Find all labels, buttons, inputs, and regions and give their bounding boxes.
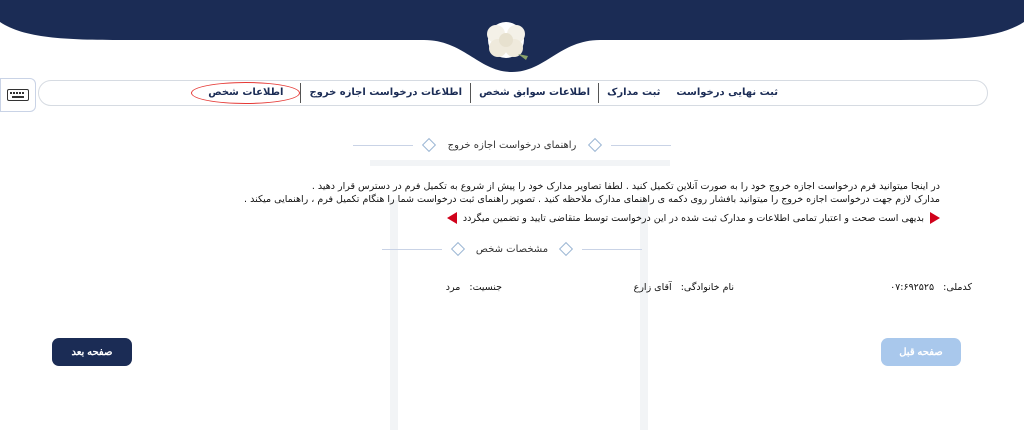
- tab-person-history[interactable]: اطلاعات سوابق شخص: [470, 83, 598, 103]
- gender-label: جنسیت:: [469, 282, 502, 293]
- tab-documents[interactable]: ثبت مدارک: [598, 83, 668, 103]
- diamond-icon: [450, 241, 465, 257]
- tab-exit-request-info[interactable]: اطلاعات درخواست اجازه خروج: [300, 83, 470, 103]
- previous-page-button[interactable]: صفحه قبل: [881, 338, 961, 366]
- guide-title: راهنمای درخواست اجازه خروج: [447, 140, 577, 151]
- guide-line-1: در اینجا میتوانید فرم درخواست اجازه خروج…: [311, 181, 940, 192]
- tab-person-info[interactable]: اطلاعات شخص: [191, 82, 301, 104]
- family-name-label: نام خانوادگی:: [680, 282, 734, 293]
- gender-value: مرد: [445, 282, 461, 293]
- arrow-right-icon: [930, 212, 940, 224]
- person-title: مشخصات شخص: [475, 244, 549, 255]
- diamond-icon: [587, 137, 602, 153]
- family-name-field: نام خانوادگی: آقای زارع: [634, 282, 734, 293]
- step-tabs: اطلاعات شخص اطلاعات درخواست اجازه خروج ا…: [191, 82, 786, 104]
- national-code-field: کدملی: ۰۷:۶۹۲۵۲۵: [890, 282, 972, 293]
- gender-field: جنسیت: مرد: [446, 282, 502, 293]
- national-code-label: کدملی:: [943, 282, 972, 293]
- guide-section-header: راهنمای درخواست اجازه خروج: [0, 137, 1024, 153]
- guide-text: در اینجا میتوانید فرم درخواست اجازه خروج…: [100, 180, 940, 206]
- warning-text: بدیهی است صحت و اعتبار تمامی اطلاعات و م…: [462, 212, 924, 224]
- diamond-icon: [422, 137, 437, 153]
- divider: [610, 144, 671, 146]
- divider: [381, 248, 442, 250]
- arrow-left-icon: [446, 212, 457, 224]
- keyboard-icon: [7, 89, 29, 101]
- next-page-button[interactable]: صفحه بعد: [52, 338, 132, 366]
- divider: [582, 248, 643, 250]
- flower-logo-icon: [487, 22, 528, 60]
- background-watermark: [330, 120, 710, 440]
- keyboard-toggle-button[interactable]: [0, 78, 36, 112]
- diamond-icon: [559, 241, 574, 257]
- national-code-value: ۰۷:۶۹۲۵۲۵: [890, 282, 935, 293]
- divider: [353, 144, 414, 146]
- tab-final-submit[interactable]: ثبت نهایی درخواست: [668, 83, 786, 103]
- guide-line-2: مدارک لازم جهت درخواست اجازه خروج را میت…: [244, 194, 940, 205]
- warning-row: بدیهی است صحت و اعتبار تمامی اطلاعات و م…: [446, 212, 940, 224]
- person-section-header: مشخصات شخص: [0, 241, 1024, 257]
- family-name-value: آقای زارع: [633, 282, 672, 293]
